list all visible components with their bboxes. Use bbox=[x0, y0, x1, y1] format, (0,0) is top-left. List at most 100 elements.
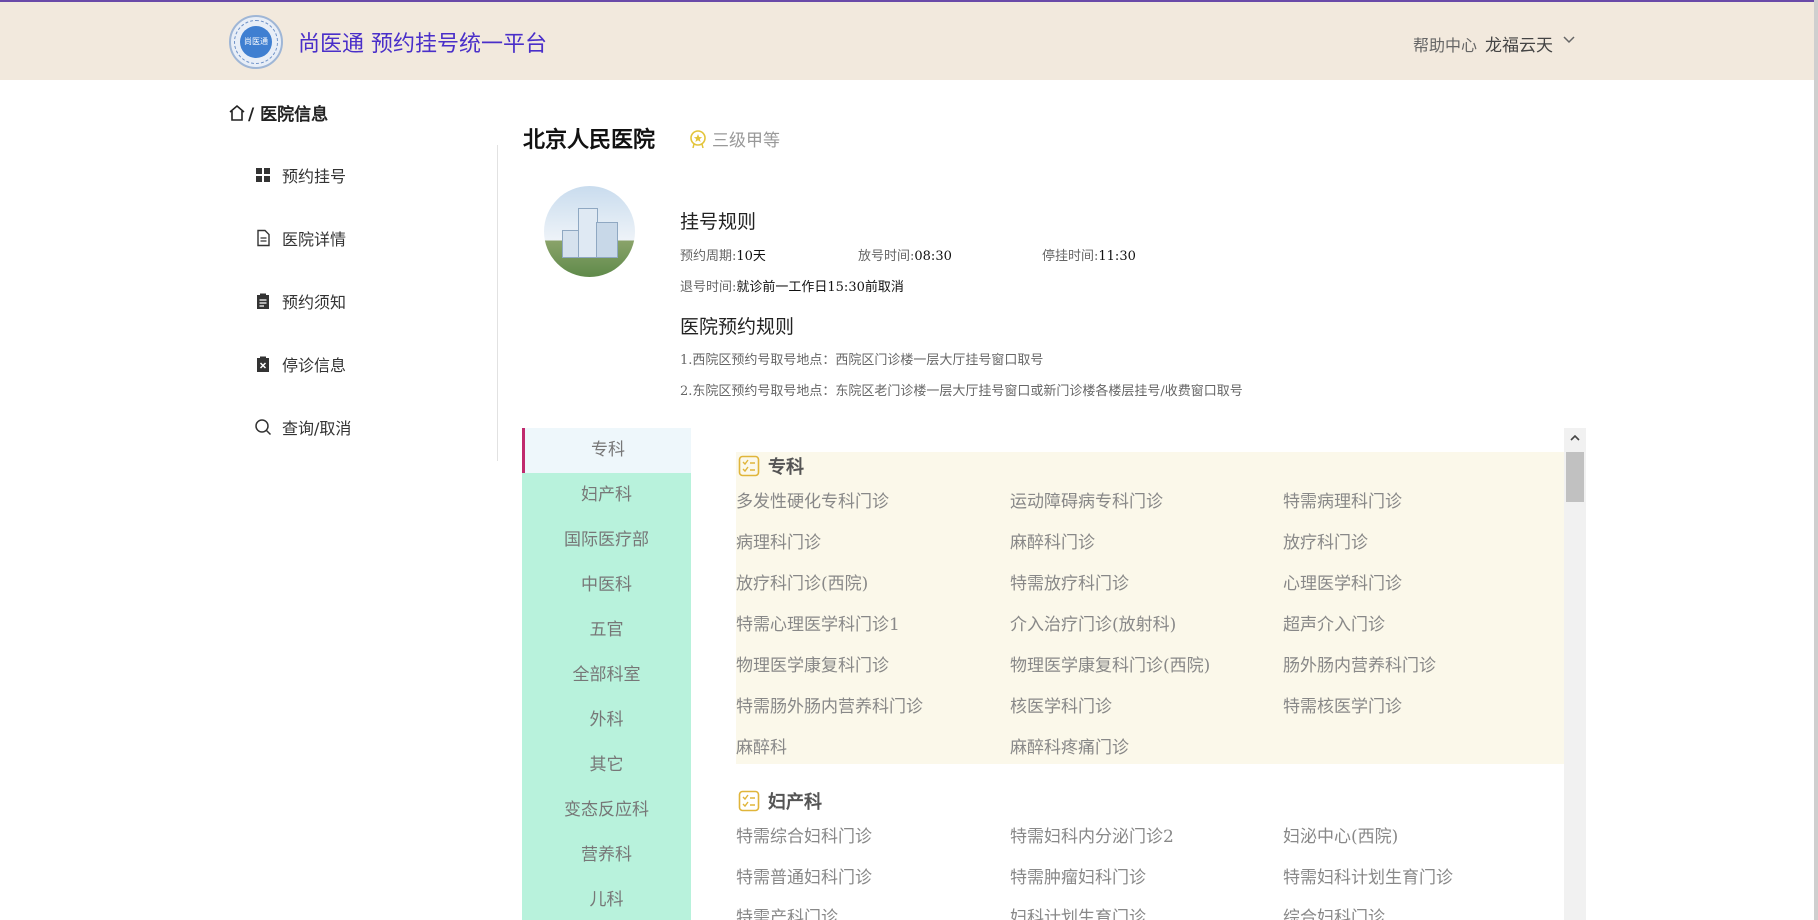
booking-rule-line: 2.东院区预约号取号地点：东院区老门诊楼一层大厅挂号窗口或新门诊楼各楼层挂号/收… bbox=[680, 384, 1243, 399]
tab-all[interactable]: 全部科室 bbox=[522, 653, 691, 698]
dept-item[interactable]: 超声介入门诊 bbox=[1283, 610, 1385, 635]
sidebar-item-notice[interactable]: 预约须知 bbox=[254, 289, 346, 313]
sidebar-item-label: 停诊信息 bbox=[282, 356, 347, 375]
department-list: 专科 多发性硬化专科门诊 运动障碍病专科门诊 特需病理科门诊 病理科门诊 麻醉科… bbox=[736, 452, 1564, 920]
tab-pediatrics[interactable]: 儿科 bbox=[522, 878, 691, 920]
dept-item[interactable]: 特需心理医学科门诊1 bbox=[736, 610, 900, 635]
chevron-down-icon[interactable] bbox=[1562, 32, 1576, 46]
group-header-specialty: 专科 bbox=[738, 453, 804, 479]
dept-item[interactable]: 妇泌中心(西院) bbox=[1283, 822, 1398, 847]
dept-item[interactable]: 介入治疗门诊(放射科) bbox=[1010, 610, 1176, 635]
dept-item[interactable]: 物理医学康复科门诊(西院) bbox=[1010, 651, 1210, 676]
dept-item[interactable]: 妇科计划生育门诊 bbox=[1010, 903, 1146, 920]
dept-item[interactable]: 病理科门诊 bbox=[736, 528, 821, 553]
quit-time-label: 退号时间: bbox=[680, 280, 737, 295]
booking-rules-title: 医院预约规则 bbox=[680, 316, 795, 338]
tab-tcm[interactable]: 中医科 bbox=[522, 563, 691, 608]
scrollbar-thumb[interactable] bbox=[1566, 452, 1584, 502]
dept-item[interactable]: 放疗科门诊(西院) bbox=[736, 569, 868, 594]
dept-item[interactable]: 特需产科门诊 bbox=[736, 903, 838, 920]
release-time: 放号时间:08:30 bbox=[858, 245, 952, 264]
booking-rule-line: 1.西院区预约号取号地点：西院区门诊楼一层大厅挂号窗口取号 bbox=[680, 353, 1044, 368]
stop-time-value: 11:30 bbox=[1098, 249, 1136, 264]
hospital-name: 北京人民医院 bbox=[523, 127, 656, 153]
dept-item[interactable]: 特需肿瘤妇科门诊 bbox=[1010, 863, 1146, 888]
sidebar-item-label: 查询/取消 bbox=[282, 419, 352, 438]
dept-item[interactable]: 心理医学科门诊 bbox=[1283, 569, 1402, 594]
dept-item[interactable]: 运动障碍病专科门诊 bbox=[1010, 487, 1163, 512]
clipboard-icon bbox=[257, 293, 269, 309]
dept-item[interactable]: 麻醉科门诊 bbox=[1010, 528, 1095, 553]
department-nav: 专科 妇产科 国际医疗部 中医科 五官 全部科室 外科 其它 变态反应科 营养科… bbox=[522, 428, 691, 920]
quit-time: 退号时间:就诊前一工作日15:30前取消 bbox=[680, 276, 904, 295]
dept-item[interactable]: 特需病理科门诊 bbox=[1283, 487, 1402, 512]
quit-time-value: 就诊前一工作日15:30前取消 bbox=[736, 280, 904, 295]
sidebar-item-label: 预约须知 bbox=[282, 293, 347, 312]
booking-cycle-label: 预约周期: bbox=[680, 249, 737, 264]
dept-item[interactable]: 特需核医学门诊 bbox=[1283, 692, 1402, 717]
group-title: 妇产科 bbox=[768, 792, 822, 813]
hospital-level: 三级甲等 bbox=[688, 126, 780, 151]
sidebar-item-label: 预约挂号 bbox=[282, 167, 347, 186]
dept-item[interactable]: 核医学科门诊 bbox=[1010, 692, 1112, 717]
badge-icon bbox=[690, 129, 706, 148]
scroll-up-button[interactable] bbox=[1564, 428, 1586, 448]
brand-title[interactable]: 尚医通 预约挂号统一平台 bbox=[298, 26, 547, 58]
sidebar-item-query-cancel[interactable]: 查询/取消 bbox=[254, 415, 351, 439]
stop-time-label: 停挂时间: bbox=[1042, 249, 1099, 264]
group-title: 专科 bbox=[768, 457, 804, 478]
tab-ent[interactable]: 五官 bbox=[522, 608, 691, 653]
clipboard-x-icon bbox=[257, 356, 269, 372]
grid-icon bbox=[256, 168, 270, 182]
tab-specialty[interactable]: 专科 bbox=[522, 428, 691, 473]
dept-item[interactable]: 放疗科门诊 bbox=[1283, 528, 1368, 553]
dept-item[interactable]: 特需放疗科门诊 bbox=[1010, 569, 1129, 594]
home-icon[interactable] bbox=[228, 104, 246, 122]
dept-item[interactable]: 物理医学康复科门诊 bbox=[736, 651, 889, 676]
search-icon bbox=[255, 419, 272, 436]
dept-item[interactable]: 综合妇科门诊 bbox=[1283, 903, 1385, 920]
logo[interactable]: 尚医通 bbox=[229, 15, 283, 69]
release-time-label: 放号时间: bbox=[858, 249, 915, 264]
tab-surgery[interactable]: 外科 bbox=[522, 698, 691, 743]
level-label: 三级甲等 bbox=[712, 131, 780, 151]
window-scrollbar-edge bbox=[1814, 0, 1818, 920]
dept-item[interactable]: 多发性硬化专科门诊 bbox=[736, 487, 889, 512]
sidebar-item-stop-info[interactable]: 停诊信息 bbox=[254, 352, 346, 376]
dept-item[interactable]: 特需妇科内分泌门诊2 bbox=[1010, 822, 1174, 847]
scrollbar[interactable] bbox=[1564, 428, 1586, 920]
logo-text: 尚医通 bbox=[240, 26, 272, 58]
booking-cycle: 预约周期:10天 bbox=[680, 245, 766, 264]
help-center-link[interactable]: 帮助中心 bbox=[1413, 32, 1477, 56]
tab-allergy[interactable]: 变态反应科 bbox=[522, 788, 691, 833]
sidebar-item-appointment[interactable]: 预约挂号 bbox=[254, 163, 346, 187]
tab-obstetrics[interactable]: 妇产科 bbox=[522, 473, 691, 518]
sidebar-item-label: 医院详情 bbox=[282, 230, 347, 249]
breadcrumb: / 医院信息 bbox=[228, 100, 328, 125]
release-time-value: 08:30 bbox=[914, 249, 952, 264]
dept-item[interactable]: 麻醉科 bbox=[736, 733, 787, 758]
chevron-up-icon bbox=[1570, 434, 1580, 441]
sidebar-divider bbox=[497, 145, 498, 461]
breadcrumb-label: / 医院信息 bbox=[248, 105, 329, 125]
dept-item[interactable]: 麻醉科疼痛门诊 bbox=[1010, 733, 1129, 758]
group-header-obstetrics: 妇产科 bbox=[738, 788, 822, 814]
building bbox=[578, 208, 598, 258]
checklist-icon bbox=[738, 455, 760, 477]
tab-international[interactable]: 国际医疗部 bbox=[522, 518, 691, 563]
booking-cycle-value: 10天 bbox=[736, 249, 766, 264]
hospital-photo bbox=[544, 186, 635, 277]
dept-item[interactable]: 特需妇科计划生育门诊 bbox=[1283, 863, 1453, 888]
dept-item[interactable]: 肠外肠内营养科门诊 bbox=[1283, 651, 1436, 676]
dept-item[interactable]: 特需普通妇科门诊 bbox=[736, 863, 872, 888]
tab-other[interactable]: 其它 bbox=[522, 743, 691, 788]
tab-nutrition[interactable]: 营养科 bbox=[522, 833, 691, 878]
top-header: 尚医通 尚医通 预约挂号统一平台 帮助中心 龙福云天 bbox=[0, 0, 1818, 80]
sidebar-item-hospital-detail[interactable]: 医院详情 bbox=[254, 226, 346, 250]
building bbox=[596, 222, 618, 258]
user-menu[interactable]: 龙福云天 bbox=[1485, 31, 1553, 56]
registration-rules-title: 挂号规则 bbox=[680, 211, 757, 233]
dept-item[interactable]: 特需肠外肠内营养科门诊 bbox=[736, 692, 923, 717]
dept-item[interactable]: 特需综合妇科门诊 bbox=[736, 822, 872, 847]
document-icon bbox=[257, 229, 270, 247]
